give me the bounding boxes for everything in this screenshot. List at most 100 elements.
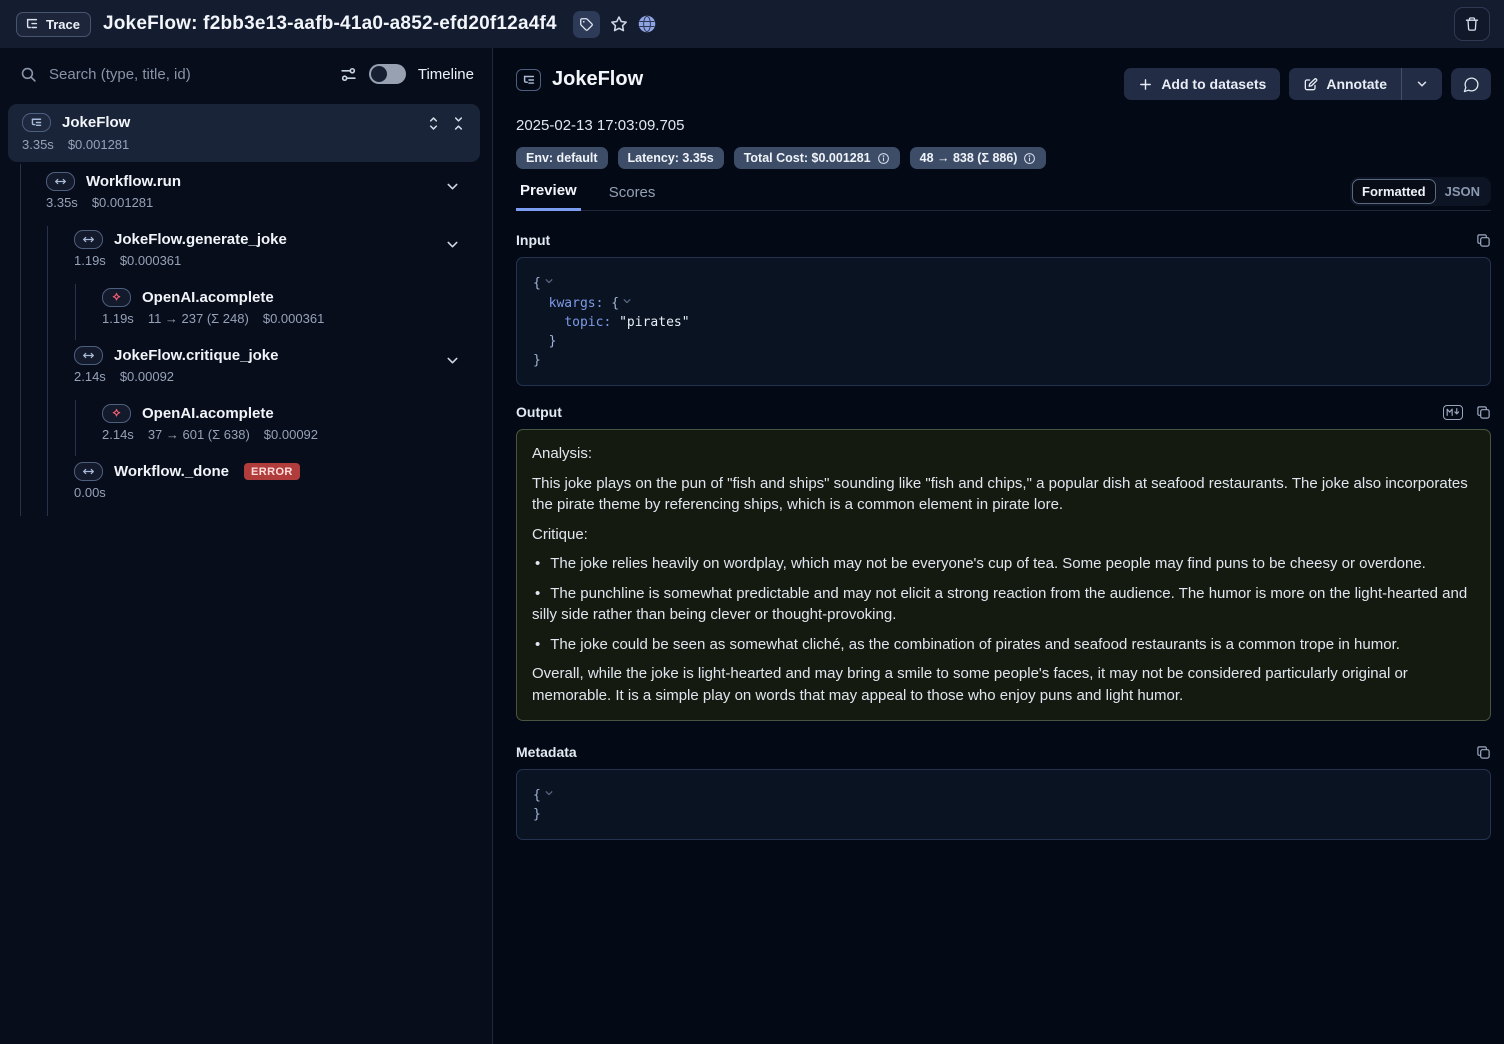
collapse-node-button[interactable] (445, 237, 460, 252)
copy-output-button[interactable] (1476, 405, 1491, 420)
tree-node-critique-joke[interactable]: JokeFlow.critique_joke 2.14s $0.00092 (0, 344, 492, 402)
node-latency: 1.19s (74, 253, 106, 268)
copy-metadata-button[interactable] (1476, 745, 1491, 760)
trace-tree-sidebar: Timeline JokeFlow 3.35s $0.001281 (0, 48, 493, 1044)
trace-node-icon (22, 113, 51, 132)
markdown-toggle-button[interactable] (1443, 405, 1463, 420)
tree-node-jokeflow-root[interactable]: JokeFlow 3.35s $0.001281 (8, 104, 480, 162)
add-to-datasets-label: Add to datasets (1161, 76, 1266, 92)
tree-node-name: OpenAI.acomplete (142, 405, 274, 422)
node-cost: $0.000361 (120, 253, 181, 268)
input-section-label: Input (516, 232, 550, 248)
collapse-json-button[interactable] (544, 273, 554, 292)
json-brace: { (611, 296, 619, 311)
tags-button[interactable] (573, 11, 600, 38)
detail-tabs: Preview Scores Formatted JSON (516, 181, 1491, 211)
latency-badge-label: Latency: 3.35s (628, 151, 714, 165)
comment-bubble-icon (1463, 76, 1480, 93)
bullet-marker: • (535, 636, 540, 653)
tab-preview[interactable]: Preview (516, 182, 581, 211)
env-badge-label: Env: default (526, 151, 598, 165)
output-critique-heading: Critique: (532, 524, 1475, 546)
annotate-dropdown-button[interactable] (1402, 68, 1442, 100)
edit-pencil-icon (1303, 77, 1318, 92)
json-brace: } (549, 334, 557, 349)
format-toggle: Formatted JSON (1350, 177, 1491, 206)
visibility-button[interactable] (638, 15, 656, 33)
trace-type-icon-badge (516, 69, 541, 91)
trash-icon (1464, 16, 1480, 32)
node-cost: $0.00092 (120, 369, 174, 384)
info-icon (1023, 152, 1036, 165)
sparkle-icon (110, 407, 123, 420)
total-cost-badge: Total Cost: $0.001281 (734, 147, 900, 169)
output-content: Analysis: This joke plays on the pun of … (516, 429, 1491, 721)
collapse-node-button[interactable] (445, 179, 460, 194)
format-toggle-json[interactable]: JSON (1436, 180, 1489, 203)
tree-node-workflow-done[interactable]: Workflow._done ERROR 0.00s (0, 460, 492, 518)
copy-input-button[interactable] (1476, 233, 1491, 248)
copy-icon (1476, 405, 1491, 420)
output-analysis-body: This joke plays on the pun of "fish and … (532, 473, 1475, 516)
copy-icon (1476, 745, 1491, 760)
bookmark-star-button[interactable] (610, 15, 628, 33)
trace-timestamp: 2025-02-13 17:03:09.705 (516, 117, 1491, 134)
format-toggle-formatted[interactable]: Formatted (1352, 179, 1436, 204)
collapse-json-button[interactable] (622, 293, 632, 312)
output-section: Output Analysis: This joke plays on the … (516, 404, 1491, 721)
sparkle-icon (110, 291, 123, 304)
chevron-down-icon (622, 296, 632, 306)
json-string-value: "pirates" (619, 315, 689, 330)
markdown-icon (1445, 407, 1461, 417)
tree-node-generate-joke[interactable]: JokeFlow.generate_joke 1.19s $0.000361 (0, 228, 492, 286)
annotate-split-button: Annotate (1289, 68, 1442, 100)
tree-node-name: JokeFlow.generate_joke (114, 231, 287, 248)
node-latency: 0.00s (74, 485, 106, 500)
copy-icon (1476, 233, 1491, 248)
tree-node-acomplete-2[interactable]: OpenAI.acomplete 2.14s 37 → 601 (Σ 638) … (0, 402, 492, 460)
json-brace: } (533, 353, 541, 368)
span-node-icon (74, 230, 103, 249)
node-latency: 3.35s (22, 137, 54, 152)
chevron-down-icon (544, 788, 554, 798)
node-latency: 3.35s (46, 195, 78, 210)
collapse-json-button[interactable] (544, 785, 554, 804)
tab-scores[interactable]: Scores (605, 184, 660, 210)
chevron-down-icon (445, 179, 460, 194)
total-cost-badge-label: Total Cost: $0.001281 (744, 151, 871, 165)
output-bullet-item: • The joke relies heavily on wordplay, wh… (532, 553, 1475, 575)
star-icon (610, 15, 628, 33)
input-json-viewer: { kwargs: { topic: "pirates" } } (516, 257, 1491, 386)
bullet-marker: • (535, 555, 540, 572)
tree-search-row: Timeline (0, 48, 492, 94)
comments-button[interactable] (1451, 68, 1491, 100)
json-key: kwargs: (549, 296, 604, 311)
tree-node-name: JokeFlow (62, 114, 130, 131)
unfold-vertical-icon (426, 116, 441, 131)
node-latency: 1.19s (102, 311, 134, 326)
bullet-text: The joke relies heavily on wordplay, whi… (550, 555, 1426, 572)
expand-all-button[interactable] (426, 116, 441, 131)
collapse-node-button[interactable] (445, 353, 460, 368)
span-node-icon (74, 462, 103, 481)
tree-node-name: JokeFlow.critique_joke (114, 347, 279, 364)
list-tree-icon (30, 116, 43, 129)
metadata-section-label: Metadata (516, 744, 577, 760)
delete-trace-button[interactable] (1454, 7, 1490, 41)
timeline-toggle[interactable] (369, 64, 406, 84)
annotate-button[interactable]: Annotate (1289, 68, 1401, 100)
add-to-datasets-button[interactable]: Add to datasets (1124, 68, 1280, 100)
output-section-label: Output (516, 404, 562, 420)
collapse-all-button[interactable] (451, 116, 466, 131)
output-bullet-item: •The joke could be seen as somewhat clic… (532, 634, 1475, 656)
filter-settings-icon[interactable] (340, 66, 357, 83)
arrow-left-right-icon (82, 465, 95, 478)
tree-node-acomplete-1[interactable]: OpenAI.acomplete 1.19s 11 → 237 (Σ 248) … (0, 286, 492, 344)
node-latency: 2.14s (102, 427, 134, 442)
tree-node-workflow-run[interactable]: Workflow.run 3.35s $0.001281 (0, 170, 492, 228)
bullet-text: The punchline is somewhat predictable an… (532, 585, 1467, 624)
span-node-icon (46, 172, 75, 191)
trace-tree: Workflow.run 3.35s $0.001281 JokeFlow.ge… (0, 170, 492, 518)
output-analysis-heading: Analysis: (532, 443, 1475, 465)
search-input[interactable] (49, 66, 328, 83)
